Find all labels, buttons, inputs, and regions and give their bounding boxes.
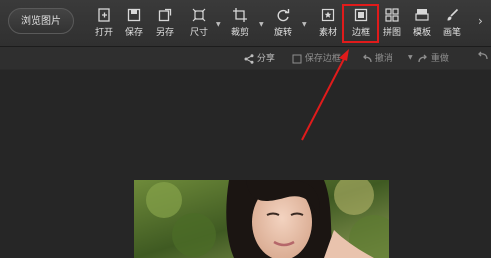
red-annotation-arrow (301, 49, 349, 141)
